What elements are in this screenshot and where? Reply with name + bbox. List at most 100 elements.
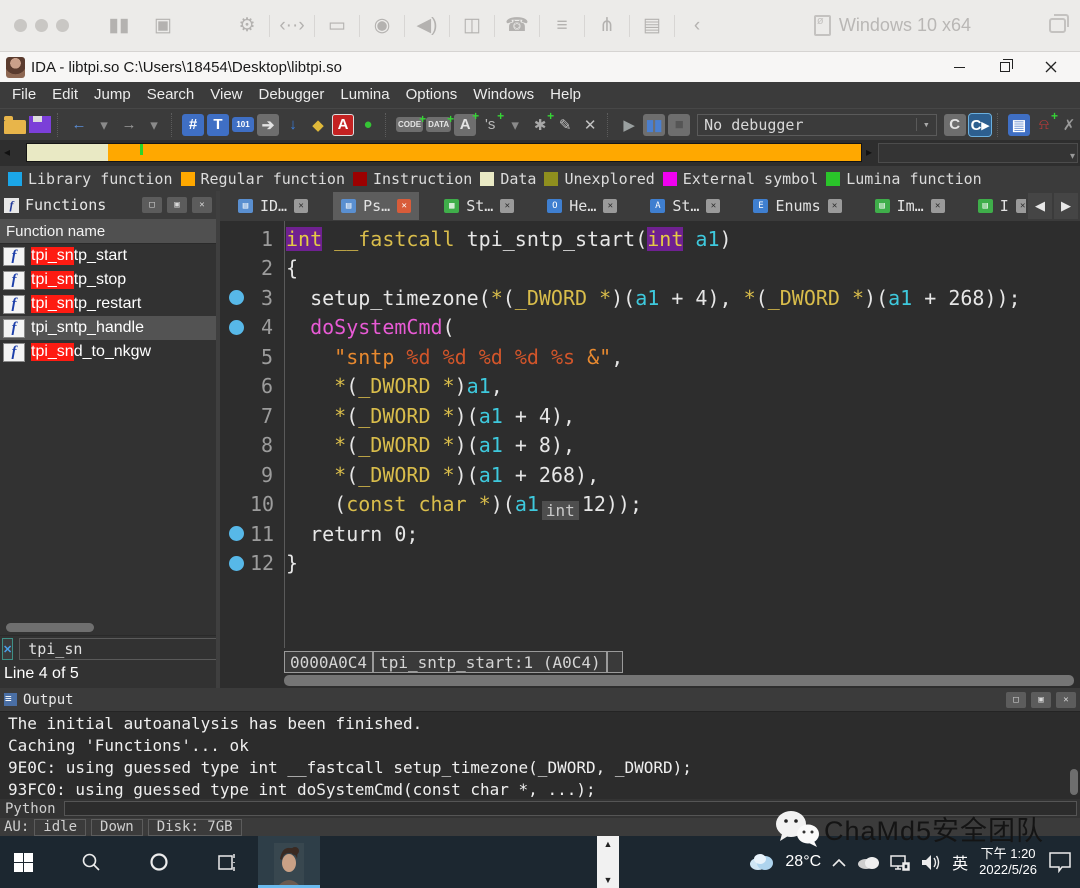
make-data-icon[interactable]: DATA +: [426, 112, 454, 132]
script-notebook-icon[interactable]: ▤: [1008, 113, 1030, 136]
phone-icon[interactable]: ☎: [495, 0, 539, 52]
code-line[interactable]: 2{: [220, 254, 1080, 284]
debugger-stop-icon[interactable]: ■: [668, 113, 691, 136]
search-icon[interactable]: [68, 836, 114, 888]
search-next-icon[interactable]: ➔: [257, 113, 279, 136]
debugger-play-icon[interactable]: ▶: [618, 114, 640, 136]
functions-panel-title[interactable]: f Functions □ ▣ ✕: [0, 191, 216, 219]
open-file-icon[interactable]: [4, 115, 26, 134]
code-text[interactable]: return 0;: [280, 522, 418, 546]
action-center-icon[interactable]: [1048, 851, 1072, 873]
sound-icon[interactable]: ◀): [405, 0, 449, 52]
code-line[interactable]: 4 doSystemCmd(: [220, 313, 1080, 343]
temperature-label[interactable]: 28°C: [785, 853, 821, 871]
restore-button[interactable]: [982, 52, 1028, 82]
function-row[interactable]: f tpi_sn tp_stop: [0, 268, 216, 292]
menu-item-options[interactable]: Options: [398, 82, 466, 108]
code-hscrollbar[interactable]: [284, 675, 1074, 686]
zoom-window-icon[interactable]: [56, 19, 69, 32]
usb-icon[interactable]: ⋔: [585, 0, 629, 52]
navband-zoom-combo[interactable]: [878, 143, 1078, 163]
tray-expand-icon[interactable]: [832, 858, 846, 867]
code-line[interactable]: 12}: [220, 549, 1080, 579]
navband-data-segment[interactable]: [27, 144, 108, 161]
line-marker-dot[interactable]: [229, 319, 244, 335]
back-dropdown-icon[interactable]: ▾: [93, 114, 115, 136]
code-line[interactable]: 7 *(_DWORD *)(a1 + 4),: [220, 401, 1080, 431]
clock[interactable]: 下午 1:20 2022/5/26: [979, 846, 1037, 878]
make-code-icon[interactable]: CODE +: [396, 112, 426, 132]
output-line[interactable]: Caching 'Functions'... ok: [8, 735, 1072, 757]
traffic-lights[interactable]: [14, 19, 69, 32]
cortana-icon[interactable]: [136, 836, 182, 888]
code-line[interactable]: 8 *(_DWORD *)(a1 + 8),: [220, 431, 1080, 461]
tabs-scroll-left-icon[interactable]: ◀: [1028, 193, 1052, 219]
navigation-band[interactable]: [26, 143, 862, 162]
patterns-icon[interactable]: ✱ +: [529, 109, 554, 136]
scroll-down-icon[interactable]: ▼: [604, 875, 613, 885]
panel-undock-icon[interactable]: ▣: [167, 197, 187, 213]
make-name-icon[interactable]: A +: [454, 109, 479, 136]
panel-restore-icon[interactable]: □: [142, 197, 162, 213]
menu-item-edit[interactable]: Edit: [44, 82, 86, 108]
code-text[interactable]: *(_DWORD *)a1,: [280, 374, 503, 398]
output-restore-icon[interactable]: □: [1006, 691, 1026, 708]
start-button[interactable]: [0, 836, 46, 888]
functions-hscrollbar[interactable]: [0, 619, 216, 635]
output-vscrollbar[interactable]: [1070, 769, 1078, 795]
settings-wrench-icon[interactable]: ⚙: [225, 0, 269, 52]
delete-icon[interactable]: ✕: [579, 114, 601, 136]
save-icon[interactable]: [29, 116, 51, 133]
onedrive-icon[interactable]: [857, 855, 880, 869]
line-marker-dot[interactable]: [229, 555, 244, 571]
search-binary-icon[interactable]: 101: [232, 117, 254, 132]
code-line[interactable]: 6 *(_DWORD *)a1,: [220, 372, 1080, 402]
close-button[interactable]: [1028, 52, 1074, 82]
navband-ok-icon[interactable]: ●: [357, 114, 379, 136]
minimize-button[interactable]: [936, 52, 982, 82]
debugger-pause-icon[interactable]: ▮▮: [643, 113, 666, 136]
clipboard-icon[interactable]: ▤: [630, 0, 674, 52]
attach-c-icon[interactable]: C: [943, 113, 966, 136]
code-line[interactable]: 5 "sntp %d %d %d %d %s &",: [220, 342, 1080, 372]
taskbar-app-ida[interactable]: [258, 836, 320, 888]
tab-close-icon[interactable]: ✕: [294, 199, 309, 213]
output-line[interactable]: 93FC0: using guessed type int doSystemCm…: [8, 779, 1072, 801]
code-line[interactable]: 1 int __fastcall tpi_sntp_start(int a1): [220, 224, 1080, 254]
search-text-icon[interactable]: T: [207, 113, 229, 136]
background-scrollbar[interactable]: ▲ ▼: [597, 836, 619, 888]
tabs-scroll-right-icon[interactable]: ▶: [1054, 193, 1078, 219]
navband-regular-function-segment[interactable]: [107, 144, 861, 161]
menu-item-windows[interactable]: Windows: [465, 82, 542, 108]
navband-scroll-right-icon[interactable]: ▸: [866, 145, 872, 159]
weather-cloud-icon[interactable]: [748, 853, 774, 871]
task-view-icon[interactable]: [204, 836, 250, 888]
output-panel-title[interactable]: Output □ ▣ ✕: [0, 688, 1080, 711]
back-chevron-icon[interactable]: ‹: [675, 0, 719, 52]
tab-close-icon[interactable]: ✕: [706, 199, 721, 213]
make-string-icon[interactable]: 's +: [479, 109, 504, 136]
tab-id[interactable]: ▤ ID… ✕: [230, 192, 316, 220]
back-icon[interactable]: ←: [68, 114, 90, 136]
code-text[interactable]: *(_DWORD *)(a1 + 268),: [280, 463, 599, 487]
function-row[interactable]: f tpi_sn tp_start: [0, 244, 216, 268]
menu-item-jump[interactable]: Jump: [86, 82, 139, 108]
code-text[interactable]: }: [280, 551, 298, 575]
debugger-combo[interactable]: No debugger ▾: [697, 113, 937, 136]
menu-item-debugger[interactable]: Debugger: [251, 82, 333, 108]
close-window-icon[interactable]: [14, 19, 27, 32]
tab-he[interactable]: O He… ✕: [539, 192, 625, 220]
code-line[interactable]: 10 (const char *)(a1 int 12));: [220, 490, 1080, 521]
line-marker-dot[interactable]: [229, 526, 244, 542]
tab-close-icon[interactable]: ✕: [500, 199, 515, 213]
tab-close-icon[interactable]: ✕: [930, 199, 945, 213]
menu-item-file[interactable]: File: [4, 82, 44, 108]
breakpoint-icon[interactable]: ⍾ +: [1033, 109, 1058, 136]
string-dropdown-icon[interactable]: ▾: [504, 114, 526, 136]
output-log[interactable]: The initial autoanalysis has been finish…: [0, 711, 1080, 799]
navband-scroll-left-icon[interactable]: ◂: [4, 145, 10, 159]
menu-item-view[interactable]: View: [202, 82, 250, 108]
snapshot-icon[interactable]: ▣: [141, 0, 185, 52]
tab-ps[interactable]: ▤ Ps… ✕: [333, 192, 420, 220]
tab-st[interactable]: ▦ St… ✕: [436, 192, 522, 220]
